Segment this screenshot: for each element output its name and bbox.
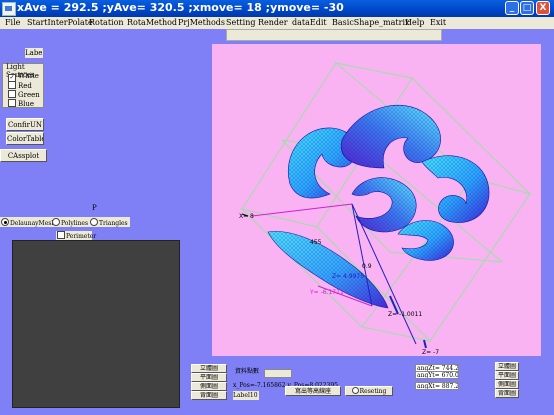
perimeter-checkbox-box[interactable] (57, 231, 65, 239)
radio-delaunaymesh-dot[interactable] (1, 218, 9, 226)
reset-label: Reseting (359, 388, 387, 395)
view-plane-button[interactable]: 平面圖 (191, 373, 227, 382)
checkbox-green-box[interactable] (8, 90, 16, 98)
right-view-side-button[interactable]: 側面圖 (495, 380, 519, 389)
menu-exit[interactable]: Exit (430, 17, 446, 29)
data-count-value (264, 369, 292, 378)
radio-polylines-label: Polylines (61, 220, 89, 227)
perimeter-checkbox[interactable]: Perimeter (56, 231, 96, 240)
title-bar: xAve = 292.5 ;yAve= 320.5 ;xmove= 18 ;ym… (0, 0, 554, 17)
radio-delaunaymesh[interactable]: DelaunayMesh (1, 218, 55, 228)
checkbox-blue[interactable]: Blue (8, 99, 34, 108)
light-sources-group: Light Sources ✓ White Red Green Blue (2, 63, 44, 108)
maximize-button[interactable]: □ (520, 1, 534, 15)
checkbox-green-label: Green (18, 91, 40, 99)
data-count-label: 資料點數 (235, 368, 260, 375)
radio-delaunaymesh-label: DelaunayMesh (10, 220, 56, 227)
color-table-button[interactable]: ColorTable (6, 132, 44, 145)
menu-dataedit[interactable]: dataEdit (292, 17, 327, 29)
confirm-button[interactable]: ConfirUN (6, 118, 44, 131)
menu-prjmethods[interactable]: PrjMethods (178, 17, 225, 29)
label-x-axis: X= 8 (239, 213, 254, 220)
menu-rotation[interactable]: Rotation (89, 17, 124, 29)
menu-help[interactable]: Help (405, 17, 424, 29)
checkbox-blue-label: Blue (18, 100, 35, 108)
menu-rotamethod[interactable]: RotaMethod (127, 17, 177, 29)
app-icon (2, 2, 16, 16)
menu-bar: File StartInterPolate Rotation RotaMetho… (0, 17, 554, 29)
top-input-strip[interactable] (226, 29, 442, 41)
radio-polylines-dot[interactable] (52, 218, 60, 226)
radio-polylines[interactable]: Polylines (52, 218, 88, 228)
checkbox-red[interactable]: Red (8, 81, 32, 90)
view-3d-button[interactable]: 立體圖 (191, 364, 227, 373)
label-z-negative: Z= -1.0011 (388, 311, 422, 318)
reset-radio-dot[interactable] (351, 387, 359, 394)
ang-yt-box: angYt= 670.055 (415, 371, 459, 379)
label-y-axis: Y= -6.1711 (309, 289, 344, 296)
menu-file[interactable]: File (5, 17, 20, 29)
checkbox-green[interactable]: Green (8, 90, 40, 99)
right-view-3d-button[interactable]: 立體圖 (495, 362, 519, 371)
minimize-button[interactable]: _ (505, 1, 519, 15)
radio-triangles-dot[interactable] (90, 218, 98, 226)
export-contour-button[interactable]: 寫出等高線座 (285, 386, 341, 396)
checkbox-red-box[interactable] (8, 81, 16, 89)
view-side-button[interactable]: 側面圖 (191, 382, 227, 391)
checkbox-white-label: White (18, 72, 39, 80)
window-title: xAve = 292.5 ;yAve= 320.5 ;xmove= 18 ;ym… (17, 1, 344, 14)
radio-triangles-label: Triangles (99, 220, 128, 227)
menu-startinterpolate[interactable]: StartInterPolate (27, 17, 93, 29)
plot-area[interactable]: X= 8 455 0.9 Z= 4.9975 Y= -6.1711 Z= -1.… (212, 44, 541, 356)
radio-triangles[interactable]: Triangles (90, 218, 128, 228)
reset-button[interactable]: Reseting (345, 386, 393, 396)
right-view-plane-button[interactable]: 平面圖 (495, 371, 519, 380)
plot-canvas: X= 8 455 0.9 Z= 4.9975 Y= -6.1711 Z= -1.… (239, 62, 532, 356)
menu-render[interactable]: Render (258, 17, 288, 29)
preview-panel[interactable] (12, 240, 180, 408)
surface-mesh (267, 104, 490, 309)
ang-xt-box: angXt= 887.284 (415, 382, 459, 390)
view-back-button[interactable]: 背面圖 (191, 391, 227, 400)
label10: Label10 (233, 391, 259, 400)
label-z-positive: Z= 4.9975 (332, 273, 364, 280)
p-label: P (92, 204, 97, 212)
checkbox-blue-box[interactable] (8, 99, 16, 107)
label5: Label5 (25, 48, 43, 58)
label-z-bottom: Z= -7 (422, 349, 439, 356)
label-mid-b: 0.9 (362, 263, 372, 270)
right-view-back-button[interactable]: 背面圖 (495, 389, 519, 398)
checkbox-red-label: Red (18, 82, 32, 90)
menu-basicshape-matrix[interactable]: BasicShape_matrix (332, 17, 410, 29)
close-button[interactable]: X (536, 1, 550, 15)
perimeter-label: Perimeter (66, 233, 97, 240)
label-mid-a: 455 (310, 239, 322, 246)
menu-setting[interactable]: Setting (226, 17, 255, 29)
cassplot-button[interactable]: CAssplot (0, 149, 47, 162)
mesh-mode-radio-group: DelaunayMesh Polylines Triangles (0, 217, 130, 227)
